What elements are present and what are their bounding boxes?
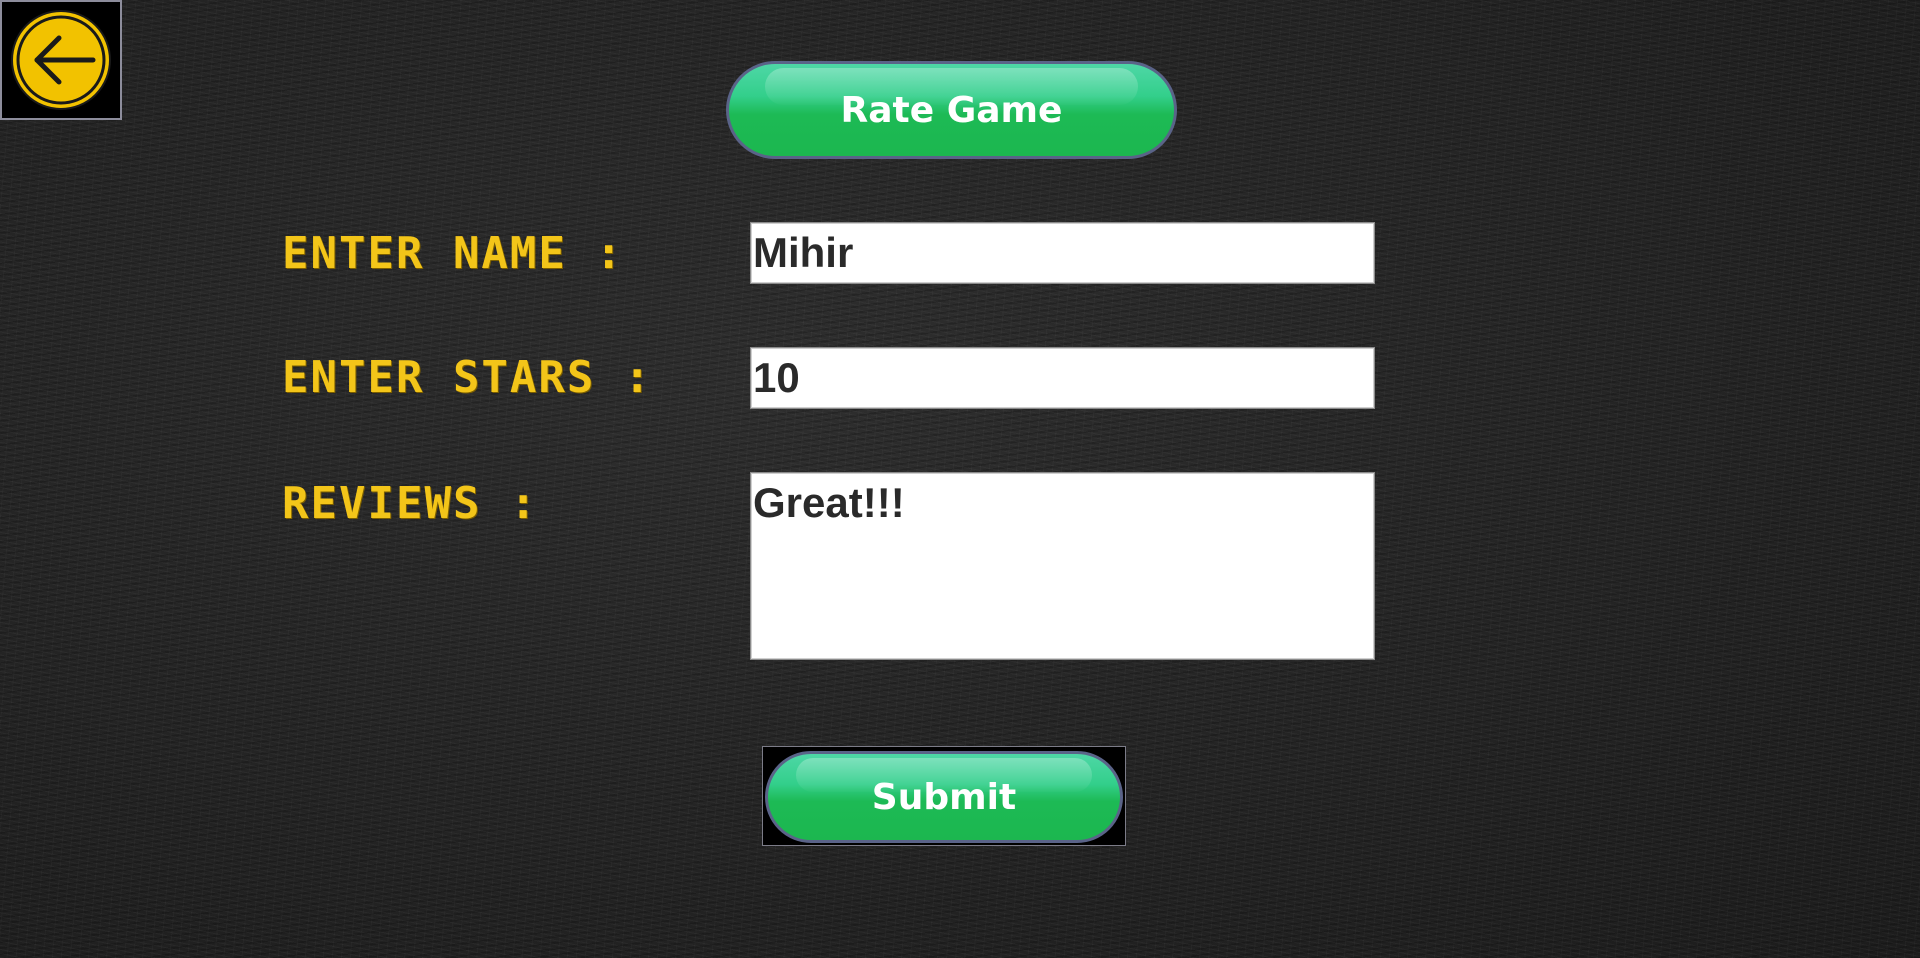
reviews-label: REVIEWS :	[282, 478, 539, 529]
arrow-left-icon	[11, 10, 111, 110]
name-label: ENTER NAME :	[282, 228, 624, 279]
back-button[interactable]	[0, 0, 122, 120]
stars-label: ENTER STARS :	[282, 352, 653, 403]
submit-button-frame: Submit	[762, 746, 1126, 846]
submit-label: Submit	[871, 776, 1017, 818]
rate-game-button[interactable]: Rate Game	[726, 61, 1177, 159]
name-input[interactable]	[750, 222, 1375, 284]
rate-game-label: Rate Game	[840, 89, 1063, 131]
submit-button[interactable]: Submit	[765, 751, 1123, 843]
reviews-textarea[interactable]: Great!!!	[750, 472, 1375, 660]
stars-input[interactable]	[750, 347, 1375, 409]
